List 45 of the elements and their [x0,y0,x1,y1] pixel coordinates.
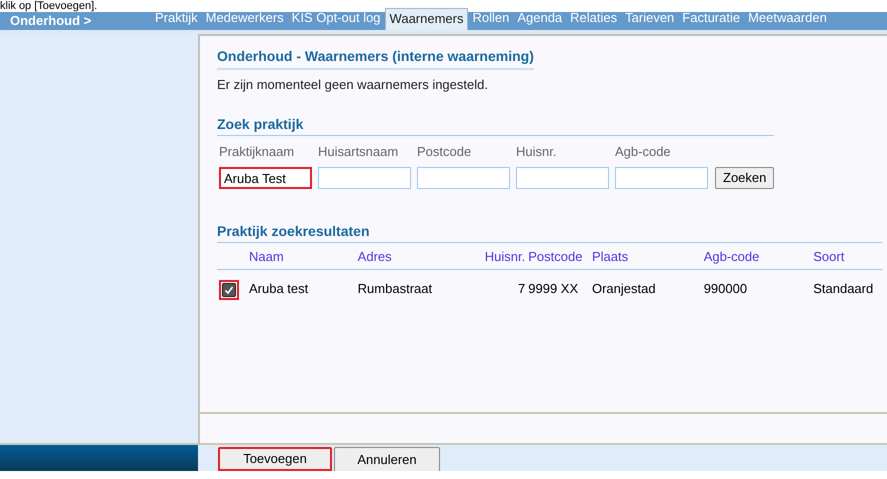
table-cell: Standaard [813,280,874,296]
table-cell: Rumbastraat [358,280,432,296]
column-header: Postcode [528,245,592,269]
checkbox[interactable] [219,280,239,300]
checkmark-icon [224,284,234,294]
nav-tab[interactable]: Medewerkers [202,8,288,30]
field-label: Huisartsnaam [318,142,400,160]
nav-tab[interactable]: Agenda [513,8,566,30]
nav-tab[interactable]: Praktijk [151,8,202,30]
nav-tab[interactable]: Tarieven [621,8,678,30]
table-cell: Aruba test [249,280,308,296]
input-field[interactable] [516,167,609,189]
column-header: Agb-code [704,245,814,269]
action-button[interactable]: Annuleren [334,447,440,471]
nav-tab[interactable]: Rollen [468,8,514,30]
nav-tab[interactable]: Meetwaarden [744,8,831,30]
column-header: Naam [217,245,358,269]
nav-tab[interactable]: KIS Opt-out log [288,8,385,30]
message-text: Er zijn momenteel geen waarnemers ingesteld. [217,76,489,94]
field-label: Huisnr. [516,142,558,160]
field-label: Agb-code [615,142,672,161]
input-field[interactable]: Aruba Test [219,167,312,189]
action-button[interactable]: Toevoegen [218,447,332,471]
section-heading: Zoek praktijk [217,116,304,132]
nav-tab[interactable]: Facturatie [678,8,744,30]
table-cell: 990000 [704,280,748,296]
field-label: Postcode [417,142,472,160]
input-field[interactable] [318,167,411,189]
column-header: Soort [813,245,883,269]
table-cell: 7 [518,280,526,296]
column-header: Huisnr. [468,245,528,269]
section-heading: Praktijk zoekresultaten [217,223,370,239]
field-label: Praktijknaam [219,142,296,161]
section-title: Onderhoud > [9,12,92,30]
search-button[interactable]: Zoeken [715,167,774,189]
caption-text: klik op [Toevoegen]. [0,0,98,12]
column-header: Adres [358,245,469,269]
input-field[interactable] [417,167,510,189]
table-cell: Oranjestad [592,280,656,296]
nav-tab[interactable]: Relaties [566,8,622,30]
column-header: Plaats [592,245,704,269]
table-cell: 9999 XX [528,280,578,296]
nav-tab[interactable]: Waarnemers [384,8,468,30]
input-field[interactable] [615,167,708,189]
page-title: Onderhoud - Waarnemers (interne waarneming) [217,46,534,70]
